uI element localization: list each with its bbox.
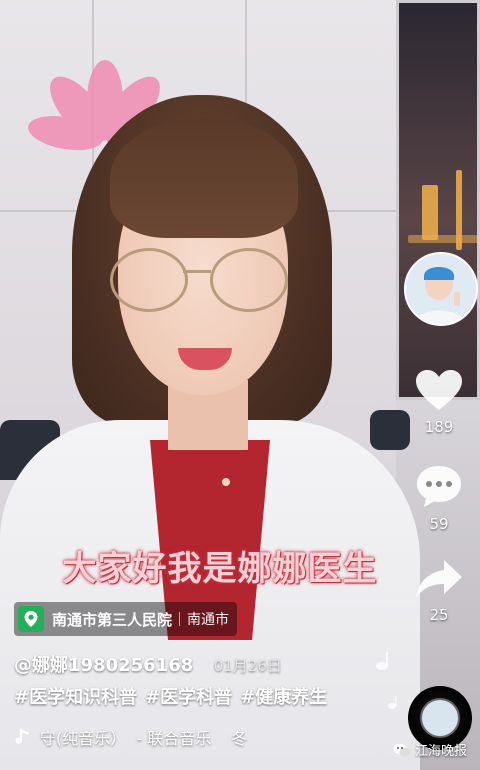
hashtag[interactable]: #医学科普	[145, 683, 232, 709]
share-arrow-icon	[416, 560, 462, 598]
necklace	[222, 478, 230, 486]
glasses-right	[210, 248, 288, 312]
floating-notes-icon	[376, 652, 397, 709]
glasses-bridge	[183, 270, 211, 273]
night-window	[396, 0, 480, 400]
location-city: 南通市	[187, 612, 230, 628]
like-button[interactable]: 189	[410, 368, 468, 436]
author-name[interactable]: @娜娜1980256168	[14, 651, 193, 677]
comment-count: 59	[429, 515, 449, 533]
heart-icon	[416, 370, 462, 410]
share-button[interactable]: 25	[410, 558, 468, 624]
map-pin-icon	[18, 606, 44, 632]
location-name: 南通市第三人民院	[52, 610, 173, 629]
glasses-left	[110, 248, 188, 312]
location-chip[interactable]: 南通市第三人民院 南通市	[14, 602, 238, 636]
location-divider	[179, 612, 181, 626]
comment-button[interactable]: 59	[410, 463, 468, 533]
post-date: 01月26日	[213, 657, 282, 675]
watermark: 江海晚报	[393, 740, 467, 759]
person-bangs	[110, 118, 298, 238]
music-title-trailing: 冬	[231, 729, 248, 748]
hashtag-list: #医学知识科普 #医学科普 #健康养生	[14, 683, 327, 709]
hashtag[interactable]: #健康养生	[240, 683, 327, 709]
watermark-text: 江海晚报	[415, 744, 468, 759]
music-disc-cover	[420, 698, 460, 738]
music-info[interactable]: 守(纯音乐） - 联合音乐 冬	[14, 725, 247, 749]
author-avatar[interactable]	[404, 252, 478, 326]
wechat-icon	[393, 743, 411, 756]
post-meta: @娜娜1980256168 · 01月26日	[14, 651, 282, 677]
music-title: 守(纯音乐） - 联合音乐	[40, 729, 212, 748]
music-note-icon	[15, 729, 29, 744]
window-frame	[396, 0, 480, 400]
meta-dot: ·	[203, 659, 208, 675]
comment-icon	[417, 466, 461, 507]
share-count: 25	[429, 606, 449, 624]
hashtag[interactable]: #医学知识科普	[14, 683, 137, 709]
like-count: 189	[424, 418, 454, 436]
video-caption: 大家好我是娜娜医生	[62, 549, 378, 589]
chair-right	[370, 410, 410, 450]
